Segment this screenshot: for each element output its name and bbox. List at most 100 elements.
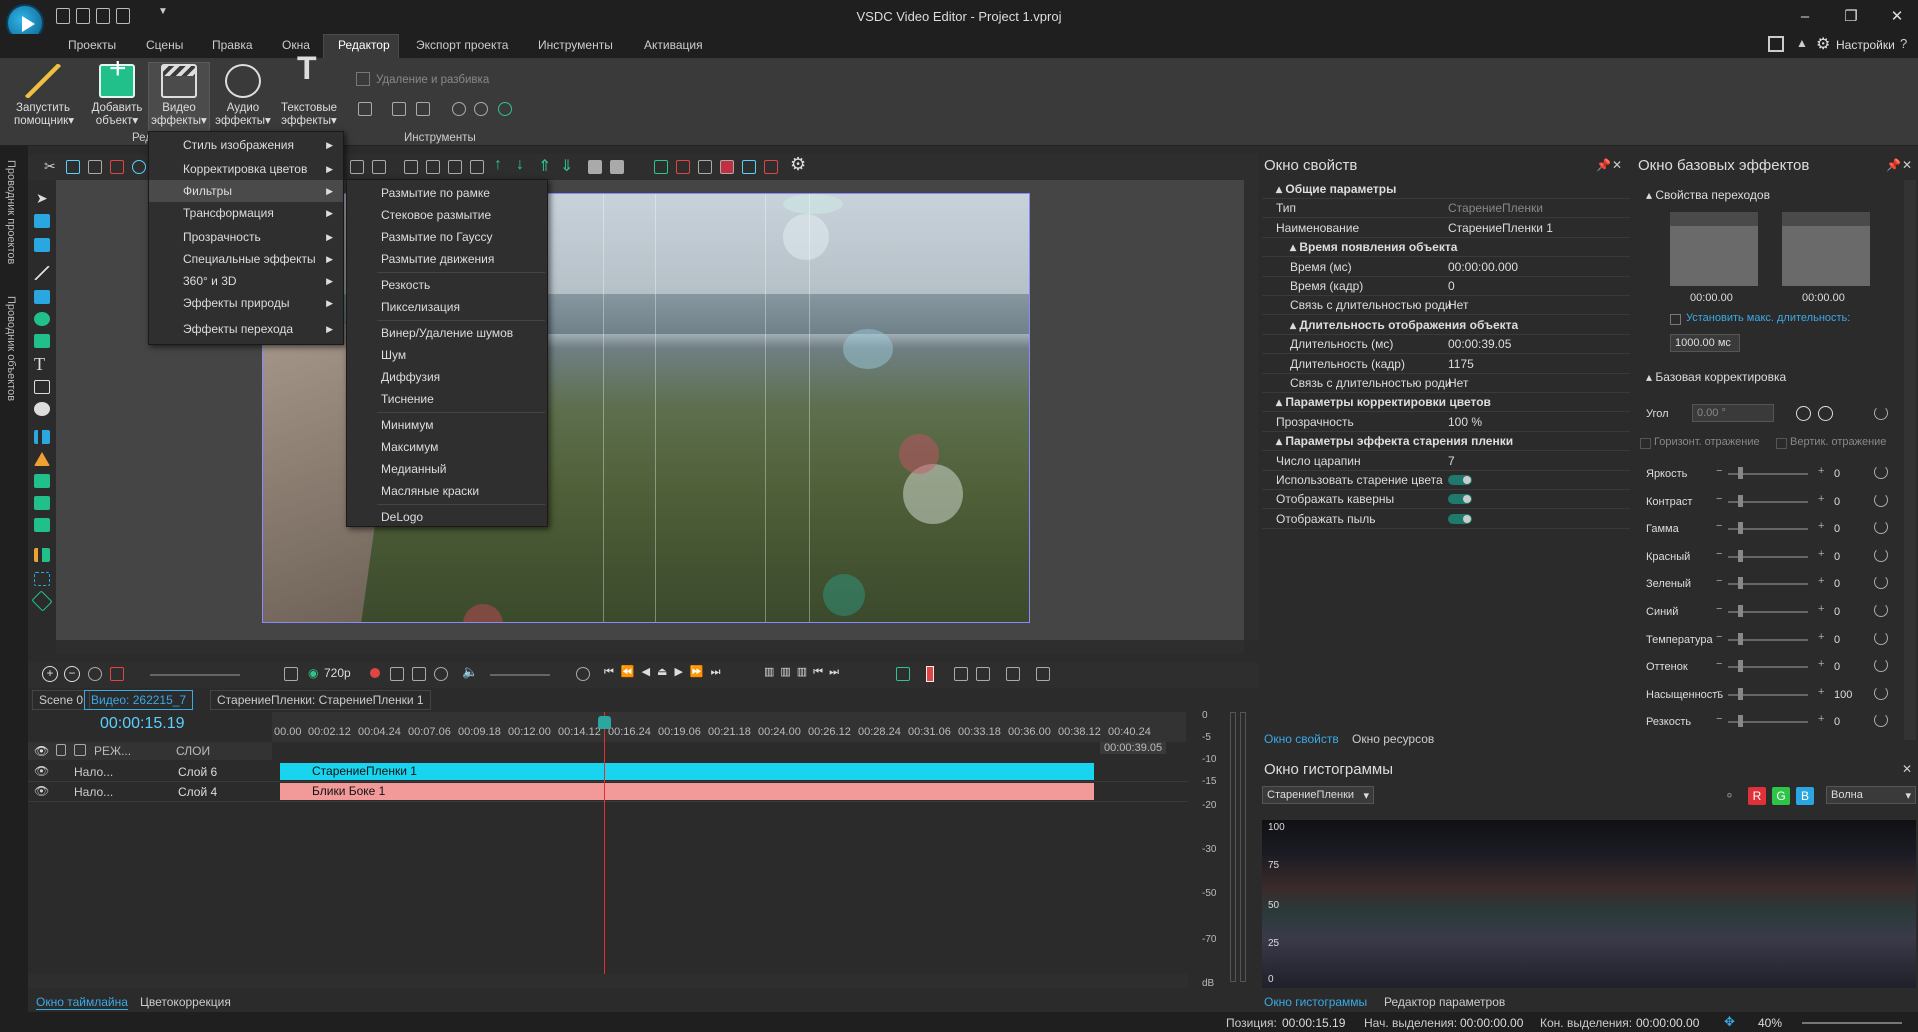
project-explorer-tab[interactable]: Проводник проектов bbox=[5, 160, 17, 264]
motion-icon[interactable] bbox=[34, 572, 50, 586]
volume-icon[interactable]: 🔈 bbox=[462, 664, 478, 680]
property-value[interactable]: 00:00:39.05 bbox=[1448, 337, 1511, 351]
playhead[interactable] bbox=[604, 712, 605, 974]
move-down-icon[interactable]: ↓ bbox=[516, 156, 524, 174]
preview-horizontal-scrollbar[interactable] bbox=[56, 640, 1244, 654]
split-clip-icon[interactable] bbox=[390, 667, 404, 681]
preview-mode-icon[interactable] bbox=[284, 667, 298, 681]
delete-icon[interactable] bbox=[110, 160, 124, 174]
submenu-item-gaussian-blur[interactable]: Размытие по Гауссу bbox=[347, 226, 547, 248]
preview-settings-gear-icon[interactable]: ⚙ bbox=[790, 154, 806, 175]
reset-icon[interactable] bbox=[1874, 713, 1888, 728]
reset-icon[interactable] bbox=[1874, 630, 1888, 645]
menu-item-color-correction[interactable]: Корректировка цветов ▶ bbox=[149, 158, 343, 180]
submenu-item-sharpen[interactable]: Резкость bbox=[347, 274, 547, 296]
tab-color-correction[interactable]: Цветокоррекция bbox=[140, 995, 231, 1009]
minimize-button[interactable]: – bbox=[1790, 6, 1820, 28]
zoom-in-icon[interactable]: + bbox=[42, 666, 58, 682]
base-correction-section[interactable]: ▴ Базовая корректировка bbox=[1646, 370, 1786, 384]
group-icon[interactable] bbox=[1036, 667, 1050, 681]
rotate-cw-icon[interactable] bbox=[1818, 406, 1833, 421]
increase-icon[interactable]: + bbox=[1818, 686, 1824, 698]
align-middle-icon[interactable] bbox=[426, 160, 440, 174]
crop-tool-icon[interactable] bbox=[358, 102, 372, 116]
layer-name[interactable]: Слой 4 bbox=[178, 785, 217, 799]
video-object-icon[interactable] bbox=[34, 214, 50, 228]
ellipse-icon[interactable] bbox=[34, 312, 50, 326]
property-row[interactable]: Связь с длительностью роди Нет bbox=[1262, 296, 1630, 316]
max-duration-label[interactable]: Установить макс. длительность: bbox=[1686, 312, 1850, 324]
record-icon[interactable] bbox=[132, 160, 146, 174]
clock-icon[interactable] bbox=[576, 667, 590, 681]
reset-icon[interactable] bbox=[1874, 658, 1888, 673]
marker-controls[interactable]: ▥▥▥⏮⏭ bbox=[764, 665, 845, 679]
visibility-all-icon[interactable]: 👁 bbox=[34, 744, 49, 758]
max-duration-checkbox[interactable] bbox=[1670, 314, 1681, 325]
property-section[interactable]: ▴ Длительность отображения объекта bbox=[1262, 315, 1630, 335]
submenu-item-oil-paint[interactable]: Масляные краски bbox=[347, 480, 547, 502]
property-value[interactable]: СтарениеПленки bbox=[1448, 201, 1543, 215]
reset-icon[interactable] bbox=[1874, 575, 1888, 590]
property-section[interactable]: ▴ Параметры эффекта старения пленки bbox=[1262, 432, 1630, 452]
property-value[interactable]: Нет bbox=[1448, 298, 1468, 312]
slider-handle[interactable] bbox=[1738, 577, 1743, 590]
reset-icon[interactable] bbox=[1874, 465, 1888, 479]
property-value[interactable]: 7 bbox=[1448, 454, 1455, 468]
delete-split-icon[interactable] bbox=[356, 72, 370, 86]
correction-slider-row[interactable]: Контраст − +0 bbox=[1646, 492, 1906, 512]
property-value[interactable]: 00:00:00.000 bbox=[1448, 260, 1518, 274]
submenu-item-noise[interactable]: Шум bbox=[347, 344, 547, 366]
property-row[interactable]: Отображать пыль bbox=[1262, 510, 1630, 529]
layer-name[interactable]: Слой 6 bbox=[178, 765, 217, 779]
trim-icon[interactable] bbox=[412, 667, 426, 681]
decrease-icon[interactable]: − bbox=[1716, 603, 1722, 615]
align-bottom-icon[interactable] bbox=[372, 160, 386, 174]
property-row[interactable]: Использовать старение цвета bbox=[1262, 471, 1630, 490]
reset-icon[interactable] bbox=[1874, 547, 1888, 562]
slider-handle[interactable] bbox=[1738, 687, 1743, 700]
close-panel-icon[interactable]: ✕ bbox=[1612, 158, 1622, 172]
layer-type-icon[interactable] bbox=[74, 744, 86, 756]
property-value[interactable]: 0 bbox=[1448, 279, 1455, 293]
preview-vertical-scrollbar[interactable] bbox=[1244, 180, 1258, 640]
move-bottom-icon[interactable]: ⇓ bbox=[560, 156, 573, 176]
histogram-source-select[interactable]: СтарениеПленки ▾ bbox=[1262, 786, 1374, 804]
correction-slider-row[interactable]: Насыщенность − +100 bbox=[1646, 685, 1906, 705]
pin-icon[interactable]: 📌 bbox=[1886, 158, 1901, 172]
snap-icon[interactable] bbox=[676, 160, 690, 174]
align-center-icon[interactable] bbox=[404, 160, 418, 174]
help-icon[interactable]: ? bbox=[1900, 36, 1907, 51]
lock-all-icon[interactable] bbox=[56, 744, 66, 756]
polygon-icon[interactable] bbox=[34, 334, 50, 348]
guide-icon[interactable] bbox=[720, 160, 734, 174]
tab-histogram-window[interactable]: Окно гистограммы bbox=[1264, 995, 1367, 1009]
timeline-clip-film-aging[interactable]: СтарениеПленки 1 bbox=[280, 763, 1094, 780]
property-section[interactable]: ▴ Параметры корректировки цветов bbox=[1262, 393, 1630, 413]
tab-film-aging[interactable]: СтарениеПленки: СтарениеПленки 1 bbox=[210, 690, 431, 710]
angle-input[interactable]: 0.00 ° bbox=[1692, 404, 1774, 422]
menu-activation[interactable]: Активация bbox=[640, 38, 707, 52]
reset-icon[interactable] bbox=[1874, 492, 1888, 507]
audio-icon[interactable] bbox=[34, 496, 50, 510]
submenu-item-motion-blur[interactable]: Размытие движения bbox=[347, 248, 547, 270]
image-object-icon[interactable] bbox=[34, 238, 50, 252]
close-panel-icon[interactable]: ✕ bbox=[1902, 762, 1912, 776]
property-value[interactable]: СтарениеПленки 1 bbox=[1448, 221, 1553, 235]
increase-icon[interactable]: + bbox=[1818, 658, 1824, 670]
video-effects-button[interactable]: Видео эффекты▾ bbox=[150, 64, 208, 128]
channel-green-toggle[interactable]: G bbox=[1772, 787, 1790, 805]
submenu-item-stack-blur[interactable]: Стековое размытие bbox=[347, 204, 547, 226]
record-marker-icon[interactable] bbox=[110, 667, 124, 681]
property-section[interactable]: ▴ Общие параметры bbox=[1262, 180, 1630, 199]
grid-icon[interactable] bbox=[654, 160, 668, 174]
checker-icon[interactable] bbox=[698, 160, 712, 174]
resolution-select[interactable]: 720p bbox=[324, 666, 351, 680]
reset-icon[interactable] bbox=[1874, 520, 1888, 535]
channel-blue-toggle[interactable]: B bbox=[1796, 787, 1814, 805]
blend-mode[interactable]: Нало... bbox=[74, 785, 113, 799]
slider-handle[interactable] bbox=[1738, 467, 1743, 479]
timeline-scrollbar[interactable] bbox=[28, 974, 1188, 988]
channel-red-toggle[interactable]: R bbox=[1748, 787, 1766, 805]
text-tool-icon[interactable]: T bbox=[34, 354, 45, 375]
link-icon[interactable] bbox=[1006, 667, 1020, 681]
